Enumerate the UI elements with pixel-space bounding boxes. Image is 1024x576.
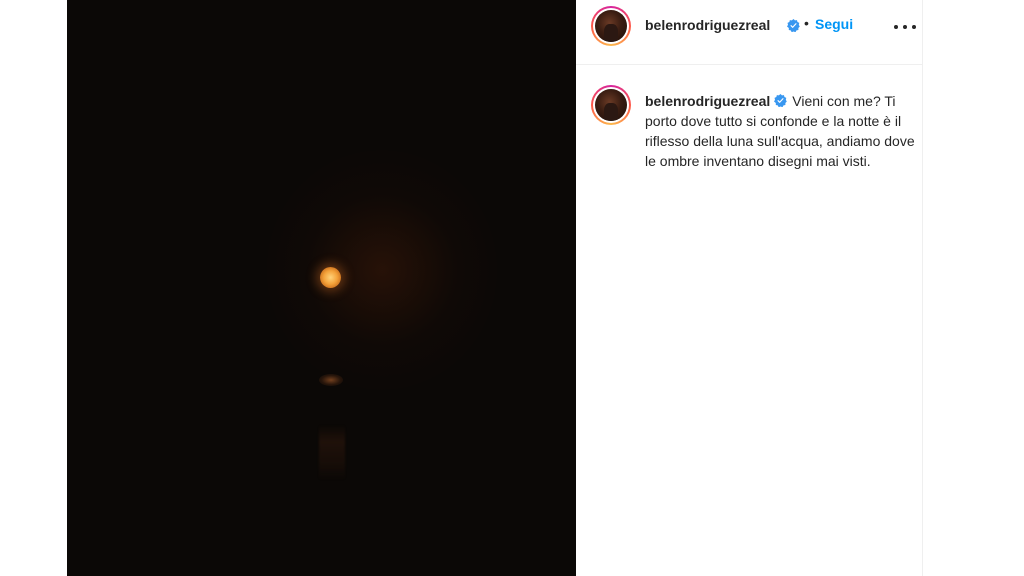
instagram-post-view: belenrodriguezreal • Segui belenrodrigue… xyxy=(0,0,1024,576)
more-options-icon[interactable] xyxy=(894,22,916,32)
water-reflection xyxy=(319,425,345,480)
avatar[interactable] xyxy=(591,6,631,46)
caption-text-block: belenrodriguezreal Vieni con me? Ti port… xyxy=(645,91,917,171)
header-username[interactable]: belenrodriguezreal xyxy=(645,17,770,33)
caption-username[interactable]: belenrodriguezreal xyxy=(645,93,770,109)
caption-avatar[interactable] xyxy=(591,85,631,125)
post-sidebar: belenrodriguezreal • Segui belenrodrigue… xyxy=(576,0,923,576)
post-photo[interactable] xyxy=(67,0,576,576)
post-header: belenrodriguezreal • Segui xyxy=(576,0,922,65)
avatar-image xyxy=(595,10,627,42)
verified-badge-icon xyxy=(783,18,800,36)
verified-badge-icon xyxy=(774,94,788,107)
follow-button[interactable]: Segui xyxy=(815,16,853,32)
moon-reflection xyxy=(319,374,343,386)
avatar-image xyxy=(595,89,627,121)
separator-dot: • xyxy=(804,15,809,31)
moon xyxy=(320,267,341,288)
moon-glow xyxy=(267,150,497,390)
